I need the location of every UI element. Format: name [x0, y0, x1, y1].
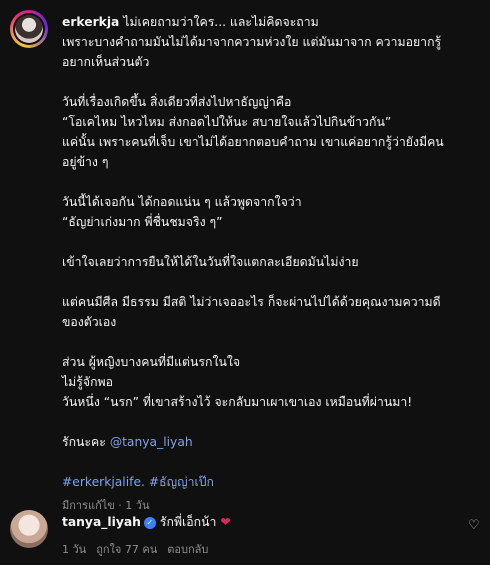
caption-line-9: วันนี้ได้เจอกัน ได้กอดแน่น ๆ แล้วพูดจากใ… — [62, 195, 302, 209]
commenter-avatar[interactable] — [10, 510, 48, 548]
reply-button[interactable]: ตอบกลับ — [167, 543, 208, 556]
author-username[interactable]: erkerkja — [62, 15, 119, 29]
caption-line-19: วันหนึ่ง “นรก” ที่เขาสร้างไว้ จะกลับมาเผ… — [62, 395, 413, 409]
caption-line-14: แต่คนมีศีล มีธรรม มีสติ ไม่ว่าเจออะไร ก็… — [62, 295, 441, 309]
caption-line-21: รักนะคะ @tanya_liyah — [62, 435, 193, 449]
caption-line-18: ไม่รู้จักพอ — [62, 375, 114, 389]
heart-emoji-icon: ❤ — [220, 515, 231, 529]
heart-outline-icon[interactable]: ♡ — [468, 519, 482, 533]
caption-line-5: “โอเคไหม ไหวไหม ส่งกอดไปให้นะ สบายใจแล้ว… — [62, 115, 392, 129]
hashtag-links[interactable]: #erkerkjalife. #ธัญญ่าเป๊ก — [62, 472, 482, 492]
caption-line-6: แค่นั้น เพราะคนที่เจ็บ เขาไม่ได้อยากตอบค… — [62, 135, 444, 149]
comment-meta: 1 วัน ถูกใจ 77 คน ตอบกลับ — [62, 540, 218, 558]
caption-line-7: อยู่ข้าง ๆ — [62, 155, 109, 169]
comment-age: 1 วัน — [62, 543, 87, 556]
caption-line-17: ส่วน ผู้หญิงบางคนที่มีแต่นรกในใจ — [62, 355, 241, 369]
author-avatar[interactable] — [10, 10, 48, 48]
caption-line-1: เพราะบางคำถามมันไม่ได้มาจากความห่วงใย แต… — [62, 35, 442, 49]
caption-line-2: อยากเห็นส่วนตัว — [62, 55, 150, 69]
comment-text: tanya_liyah ✓ รักพี่เอ็กน้า ❤ — [62, 513, 231, 532]
commenter-username[interactable]: tanya_liyah — [62, 515, 141, 529]
comment-row: tanya_liyah ✓ รักพี่เอ็กน้า ❤ 1 วัน ถูกใจ 7… — [0, 505, 490, 565]
caption-line-4: วันที่เรื่องเกิดขึ้น สิ่งเดียวที่ส่งไปหา… — [62, 95, 292, 109]
verified-badge-icon: ✓ — [143, 516, 156, 529]
caption-line-0: erkerkja ไม่เคยถามว่าใคร... และไม่คิดจะถ… — [62, 15, 319, 29]
mention-link[interactable]: @tanya_liyah — [110, 435, 193, 449]
caption-line-12: เข้าใจเลยว่าการยืนให้ได้ในวันที่ใจแตกละเ… — [62, 255, 359, 269]
caption-line-10: “ธัญย่าเก่งมาก พี่ชื่นชมจริง ๆ” — [62, 215, 223, 229]
caption-line-15: ของตัวเอง — [62, 315, 117, 329]
comment-likes[interactable]: ถูกใจ 77 คน — [96, 543, 157, 556]
caption-body: erkerkja ไม่เคยถามว่าใคร... และไม่คิดจะถ… — [62, 12, 482, 514]
comment-body: รักพี่เอ็กน้า — [159, 515, 217, 529]
